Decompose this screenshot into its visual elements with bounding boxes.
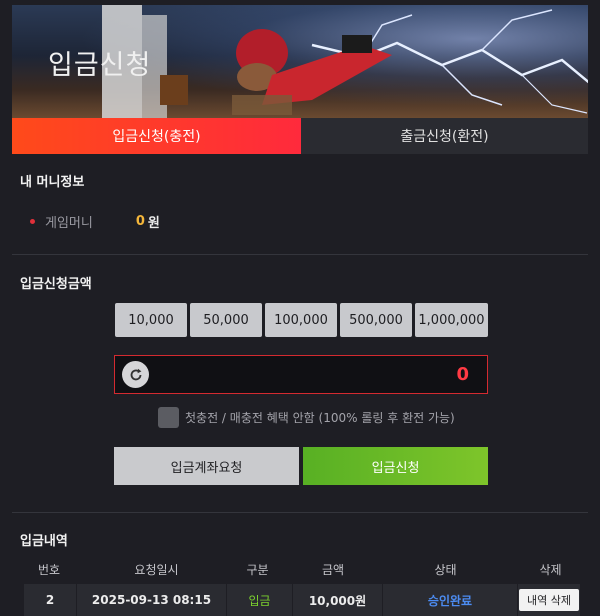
bonus-opt-out-label: 첫충전 / 매충전 혜택 안함 (100% 롤링 후 환전 가능) bbox=[185, 411, 455, 425]
money-info-title: 내 머니정보 bbox=[20, 175, 85, 190]
tab-withdraw[interactable]: 출금신청(환전) bbox=[301, 118, 588, 154]
amount-button-500000[interactable]: 500,000 bbox=[340, 303, 412, 337]
game-money-row: 게임머니 0 원 bbox=[30, 212, 160, 231]
refresh-icon-glyph bbox=[130, 368, 141, 380]
row-no: 2 bbox=[24, 584, 77, 616]
game-money-unit: 원 bbox=[147, 216, 160, 231]
row-delete-cell: 내역 삭제 bbox=[518, 584, 580, 616]
game-money-label: 게임머니 bbox=[45, 216, 93, 231]
column-header-status: 상태 bbox=[434, 562, 457, 577]
amount-button-50000[interactable]: 50,000 bbox=[190, 303, 262, 337]
amount-button-1000000[interactable]: 1,000,000 bbox=[415, 303, 488, 337]
divider bbox=[12, 254, 588, 255]
delete-history-button[interactable]: 내역 삭제 bbox=[519, 589, 579, 611]
row-type: 입금 bbox=[227, 584, 293, 616]
amount-button-10000[interactable]: 10,000 bbox=[115, 303, 187, 337]
game-money-value: 0 bbox=[135, 214, 145, 229]
tab-deposit[interactable]: 입금신청(충전) bbox=[12, 118, 301, 154]
row-status: 승인완료 bbox=[383, 584, 518, 616]
account-request-button[interactable]: 입금계좌요청 bbox=[114, 447, 299, 485]
amount-button-group: 10,000 50,000 100,000 500,000 1,000,000 bbox=[115, 303, 488, 337]
refresh-icon[interactable] bbox=[122, 361, 149, 388]
banner-title: 입금신청 bbox=[48, 50, 152, 81]
deposit-amount-title: 입금신청금액 bbox=[20, 277, 92, 292]
action-button-group: 입금계좌요청 입금신청 bbox=[114, 447, 488, 485]
bonus-opt-out-row: 첫충전 / 매충전 혜택 안함 (100% 롤링 후 환전 가능) bbox=[158, 407, 455, 428]
sliding-player-graphic bbox=[232, 29, 392, 115]
column-header-amount: 금액 bbox=[321, 562, 345, 577]
banner: 입금신청 bbox=[12, 5, 588, 118]
deposit-page: 입금신청 입금신청(충전) 출금신청(환전) 내 머니정보 게임머니 0 원 입… bbox=[0, 0, 600, 616]
row-amount: 10,000원 bbox=[293, 584, 383, 616]
tab-bar: 입금신청(충전) 출금신청(환전) bbox=[12, 118, 588, 154]
row-datetime: 2025-09-13 08:15 bbox=[77, 584, 227, 616]
amount-button-100000[interactable]: 100,000 bbox=[265, 303, 337, 337]
bonus-opt-out-checkbox[interactable] bbox=[158, 407, 179, 428]
amount-value: 0 bbox=[456, 364, 469, 385]
history-title: 입금내역 bbox=[20, 534, 68, 549]
bullet-icon bbox=[30, 219, 35, 224]
history-table-header: 번호 요청일시 구분 금액 상태 삭제 bbox=[12, 559, 588, 579]
divider bbox=[12, 512, 588, 513]
table-row: 2 2025-09-13 08:15 입금 10,000원 승인완료 내역 삭제 bbox=[24, 584, 580, 616]
column-header-no: 번호 bbox=[37, 562, 61, 577]
column-header-delete: 삭제 bbox=[539, 562, 562, 577]
column-header-datetime: 요청일시 bbox=[134, 562, 179, 577]
column-header-type: 구분 bbox=[246, 562, 269, 577]
amount-input[interactable]: 0 bbox=[114, 355, 488, 394]
deposit-submit-button[interactable]: 입금신청 bbox=[303, 447, 488, 485]
